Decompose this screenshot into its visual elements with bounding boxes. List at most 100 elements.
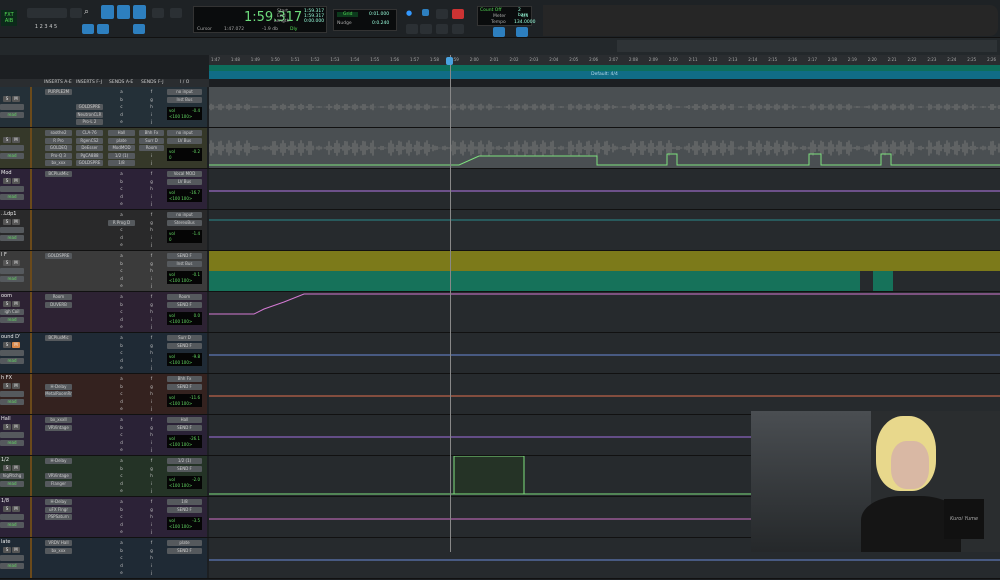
insert-slot-ae[interactable]: H-Delay [45,458,72,464]
send-slot-fj[interactable]: j [139,160,164,166]
insert-slot-ae[interactable] [45,358,72,364]
loop-icon[interactable]: ● [406,9,418,19]
mute-button[interactable]: M [12,137,20,143]
insert-slot-fj[interactable] [76,186,103,192]
insert-slot-fj[interactable] [76,440,103,446]
insert-slot-ae[interactable]: uFX Flngr [45,506,72,513]
send-slot-ae[interactable]: e [108,324,135,330]
insert-slot-fj[interactable] [76,324,103,330]
insert-slot-ae[interactable]: Flanger [45,480,72,487]
insert-slot-ae[interactable]: bx_xxx [45,547,72,554]
insert-slot-ae[interactable] [45,466,72,472]
send-slot-fj[interactable]: g [139,220,164,226]
insert-slot-fj[interactable] [76,548,103,554]
insert-slot-fj[interactable] [76,384,103,390]
send-slot-ae[interactable]: a [108,376,135,382]
send-slot-fj[interactable]: h [139,350,164,356]
insert-slot-ae[interactable] [45,283,72,289]
insert-slot-fj[interactable] [76,447,103,453]
insert-slot-fj[interactable] [76,425,103,431]
mute-button[interactable]: M [12,96,20,102]
insert-slot-fj[interactable]: DeEsser [76,145,103,151]
send-slot-ae[interactable]: a [108,458,135,464]
solo-button[interactable]: S [3,219,11,225]
send-slot-fj[interactable]: j [139,201,164,207]
insert-slot-fj[interactable] [76,358,103,364]
send-slot-ae[interactable]: b [108,343,135,349]
pan-value[interactable]: <100 100> [169,483,192,488]
send-slot-fj[interactable]: g [139,261,164,267]
insert-slot-ae[interactable]: VRVintage [45,473,72,479]
insert-slot-fj[interactable] [76,507,103,513]
send-slot-ae[interactable]: c [108,473,135,479]
overview-visible-range[interactable] [617,40,997,52]
playhead-marker[interactable] [446,57,453,65]
track-lane[interactable] [209,169,1000,209]
input-selector[interactable]: 1/2 (1) [167,458,202,464]
metronome-toggle[interactable] [493,27,505,37]
solo-button[interactable]: S [3,465,11,471]
record-button[interactable] [452,9,464,19]
insert-slot-fj[interactable] [76,302,103,308]
output-selector[interactable]: Inst Bus [167,261,202,267]
grid-value[interactable]: 0:01.000 [369,12,389,17]
insert-slot-fj[interactable] [76,212,103,218]
input-selector[interactable]: Bhh Fx [167,376,202,382]
insert-slot-ae[interactable] [45,194,72,200]
send-slot-ae[interactable]: b [108,466,135,472]
insert-slot-ae[interactable] [45,227,72,233]
insert-slot-fj[interactable]: GOLDSPRE [76,104,103,110]
input-selector[interactable]: no input [167,212,202,218]
send-slot-ae[interactable]: e [108,570,135,576]
insert-slot-ae[interactable] [45,529,72,535]
track-sub-label[interactable]: higPitchg [0,473,24,479]
send-slot-ae[interactable]: a [108,253,135,259]
send-slot-ae[interactable]: e [108,406,135,412]
insert-slot-ae[interactable]: GOLDEQ [45,145,72,151]
insert-slot-fj[interactable] [76,473,103,479]
insert-slot-ae[interactable]: GOLDSPRE [45,253,72,259]
output-selector[interactable]: SEND F [167,466,202,472]
send-slot-fj[interactable]: h [139,186,164,192]
insert-slot-ae[interactable]: VRDV Hall [45,540,72,546]
insert-slot-fj[interactable] [76,365,103,371]
send-slot-fj[interactable]: j [139,570,164,576]
send-slot-ae[interactable]: d [108,358,135,364]
insert-slot-ae[interactable] [45,104,72,110]
zoom-preset-1[interactable]: 1 [35,24,38,30]
mute-button[interactable]: M [12,301,20,307]
nudge-label[interactable]: Nudge [337,21,352,26]
insert-slot-ae[interactable] [45,555,72,561]
input-selector[interactable]: Hall [167,417,202,423]
send-slot-fj[interactable]: f [139,499,164,505]
input-selector[interactable]: plate [167,540,202,546]
pan-value[interactable]: <100 100> [169,319,192,324]
insert-slot-fj[interactable] [76,417,103,423]
send-slot-ae[interactable]: c [108,268,135,274]
insert-slot-ae[interactable] [45,399,72,405]
track-lane[interactable] [208,128,1000,168]
automation-mode[interactable]: read [0,481,24,487]
insert-slot-ae[interactable] [45,350,72,356]
solo-button[interactable]: S [3,96,11,102]
insert-slot-fj[interactable] [76,514,103,520]
send-slot-ae[interactable]: a [108,89,135,95]
send-slot-ae[interactable]: Hall [108,130,135,136]
insert-slot-ae[interactable]: BCPlusMic [45,335,72,341]
insert-slot-ae[interactable] [45,309,72,315]
solo-button[interactable]: S [3,178,11,184]
send-slot-fj[interactable]: j [139,529,164,535]
send-slot-fj[interactable]: i [139,153,164,159]
insert-slot-ae[interactable]: Pro-Q 3 [45,152,72,159]
insert-slot-fj[interactable] [76,89,103,95]
track-name[interactable]: ound D' [1,334,20,340]
send-slot-ae[interactable]: b [108,507,135,513]
insert-slot-ae[interactable]: PSPSaturn [45,514,72,520]
insert-slot-ae[interactable] [45,201,72,207]
solo-button[interactable]: S [3,547,11,553]
send-slot-ae[interactable]: b [108,425,135,431]
send-slot-fj[interactable]: j [139,324,164,330]
send-slot-ae[interactable]: plate [108,137,135,144]
insert-slot-ae[interactable] [45,317,72,323]
send-slot-ae[interactable]: c [108,350,135,356]
